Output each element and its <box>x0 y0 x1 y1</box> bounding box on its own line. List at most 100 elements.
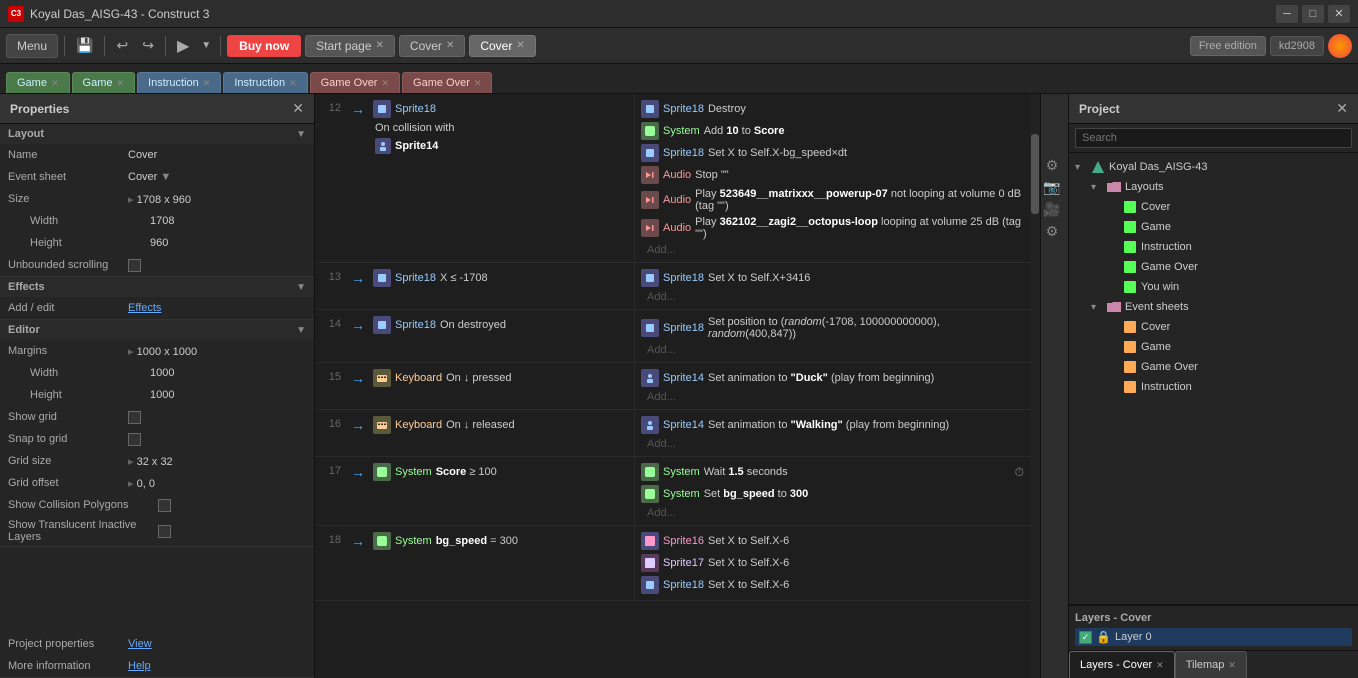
tab-game-2[interactable]: Game ✕ <box>72 72 136 93</box>
tilemap-tab[interactable]: Tilemap ✕ <box>1175 651 1247 678</box>
editor-section-header[interactable]: Editor ▼ <box>0 320 314 340</box>
side-icon-3[interactable]: 🎥 <box>1041 198 1063 220</box>
sprite14-label: Sprite14 <box>395 140 438 152</box>
sheet-gameover-icon <box>1122 359 1138 375</box>
add-action-17[interactable]: Add... <box>641 505 1024 521</box>
cover-tab-1-close[interactable]: ✕ <box>446 40 454 51</box>
bottom-spacer <box>1247 651 1358 678</box>
project-close-button[interactable]: ✕ <box>1336 100 1348 117</box>
sheet-cover[interactable]: Cover <box>1101 317 1358 337</box>
show-grid-checkbox[interactable] <box>128 411 141 424</box>
play-dropdown[interactable]: ▼ <box>198 38 214 53</box>
undo-button[interactable]: ↩ <box>111 35 133 56</box>
layout-gameover[interactable]: Game Over <box>1101 257 1358 277</box>
tilemap-tab-close[interactable]: ✕ <box>1228 660 1236 671</box>
cover-tab-1[interactable]: Cover ✕ <box>399 35 465 57</box>
view-link[interactable]: View <box>128 638 306 650</box>
tree-eventsheets-folder[interactable]: ▾ Event sheets <box>1085 297 1358 317</box>
event-scroll[interactable]: 12 → Sprite18 On collision with <box>315 94 1030 678</box>
tab-gameover-2-close[interactable]: ✕ <box>474 78 482 89</box>
more-info-label: More information <box>8 660 128 672</box>
tab-game-2-close[interactable]: ✕ <box>116 78 124 89</box>
tab-gameover-1-close[interactable]: ✕ <box>381 78 389 89</box>
minimize-button[interactable]: ─ <box>1276 5 1298 23</box>
tab-instruction-1-label: Instruction <box>148 77 199 89</box>
duck-anim-text: Set animation to "Duck" (play from begin… <box>708 372 934 384</box>
layer-visible-checkbox[interactable]: ✓ <box>1079 631 1092 644</box>
snap-grid-checkbox[interactable] <box>128 433 141 446</box>
sprite14-act16-name: Sprite14 <box>663 419 704 431</box>
cond-18-text: bg_speed = 300 <box>436 535 518 547</box>
tree-root[interactable]: ▾ Koyal Das_AISG-43 <box>1069 157 1358 177</box>
tab-game-1[interactable]: Game ✕ <box>6 72 70 93</box>
layout-section-header[interactable]: Layout ▼ <box>0 124 314 144</box>
search-input[interactable] <box>1075 128 1352 148</box>
show-translucent-checkbox[interactable] <box>158 525 171 538</box>
event-num-12: 12 <box>315 94 345 262</box>
grid-size-row: Grid size ▸ 32 x 32 <box>0 450 314 472</box>
tab-instruction-2-close[interactable]: ✕ <box>289 78 297 89</box>
sheet-game-icon <box>1122 339 1138 355</box>
sprite18-icon-18 <box>641 576 659 594</box>
layers-cover-tab[interactable]: Layers - Cover ✕ <box>1069 651 1175 678</box>
layout-instruction[interactable]: Instruction <box>1101 237 1358 257</box>
side-icon-4[interactable]: ⚙ <box>1041 220 1063 242</box>
layout-game[interactable]: Game <box>1101 217 1358 237</box>
s16-x-text: Set X to Self.X-6 <box>708 535 789 547</box>
unbounded-checkbox[interactable] <box>128 259 141 272</box>
user-avatar[interactable] <box>1328 34 1352 58</box>
layout-cover[interactable]: Cover <box>1101 197 1358 217</box>
add-action-14[interactable]: Add... <box>641 342 1024 358</box>
close-button[interactable]: ✕ <box>1328 5 1350 23</box>
side-icon-2[interactable]: 📷 <box>1041 176 1063 198</box>
audio-name-3: Audio <box>663 222 691 234</box>
sprite18-act13-name: Sprite18 <box>663 272 704 284</box>
tab-gameover-2[interactable]: Game Over ✕ <box>402 72 492 93</box>
sheet-instruction-icon <box>1122 379 1138 395</box>
tab-instruction-1[interactable]: Instruction ✕ <box>137 72 221 93</box>
redo-button[interactable]: ↪ <box>137 35 159 56</box>
set-x-3416: Set X to Self.X+3416 <box>708 272 810 284</box>
add-score-text: Add 10 to Score <box>704 125 785 137</box>
layout-gameover-label: Game Over <box>1141 261 1198 273</box>
effects-link[interactable]: Effects <box>128 302 306 314</box>
save-button[interactable]: 💾 <box>71 35 98 56</box>
menu-button[interactable]: Menu <box>6 34 58 58</box>
add-action-16[interactable]: Add... <box>641 436 1024 452</box>
tab-instruction-1-close[interactable]: ✕ <box>203 78 211 89</box>
scrollbar-thumb[interactable] <box>1031 134 1039 214</box>
play-button[interactable]: ▶ <box>172 34 194 58</box>
sheet-game[interactable]: Game <box>1101 337 1358 357</box>
layout-section-label: Layout <box>8 128 44 140</box>
side-icon-1[interactable]: ⚙ <box>1041 154 1063 176</box>
add-action-13[interactable]: Add... <box>641 289 1024 305</box>
project-panel: Project ✕ ▾ Koyal Das_AISG-43 ▾ Layouts <box>1068 94 1358 678</box>
tab-gameover-1[interactable]: Game Over ✕ <box>310 72 400 93</box>
maximize-button[interactable]: □ <box>1302 5 1324 23</box>
layout-gameover-icon <box>1122 259 1138 275</box>
cover-tab-2[interactable]: Cover ✕ <box>469 35 535 57</box>
arrow-icon-18: → <box>351 533 365 549</box>
sheet-cover-icon <box>1122 319 1138 335</box>
vertical-scrollbar[interactable] <box>1030 94 1040 678</box>
add-action-15[interactable]: Add... <box>641 389 1024 405</box>
layers-tab-close[interactable]: ✕ <box>1156 660 1164 671</box>
start-page-close[interactable]: ✕ <box>376 40 384 51</box>
add-action-12[interactable]: Add... <box>641 242 1024 258</box>
layout-youwin[interactable]: You win <box>1101 277 1358 297</box>
sheet-gameover[interactable]: Game Over <box>1101 357 1358 377</box>
show-collision-checkbox[interactable] <box>158 499 171 512</box>
properties-close-button[interactable]: ✕ <box>292 100 304 117</box>
play1-text: Play 523649__matrixxx__powerup-07 not lo… <box>695 188 1024 212</box>
effects-section-header[interactable]: Effects ▼ <box>0 277 314 297</box>
tab-game-1-close[interactable]: ✕ <box>51 78 59 89</box>
action-18-s16: Sprite16 Set X to Self.X-6 <box>641 530 1024 552</box>
layer-item[interactable]: ✓ 🔒 Layer 0 <box>1075 628 1352 646</box>
tree-layouts-folder[interactable]: ▾ Layouts <box>1085 177 1358 197</box>
sheet-instruction[interactable]: Instruction <box>1101 377 1358 397</box>
start-page-tab[interactable]: Start page ✕ <box>305 35 395 57</box>
help-link[interactable]: Help <box>128 660 306 672</box>
buy-now-button[interactable]: Buy now <box>227 35 301 57</box>
cover-tab-2-close[interactable]: ✕ <box>516 40 524 51</box>
tab-instruction-2[interactable]: Instruction ✕ <box>223 72 307 93</box>
